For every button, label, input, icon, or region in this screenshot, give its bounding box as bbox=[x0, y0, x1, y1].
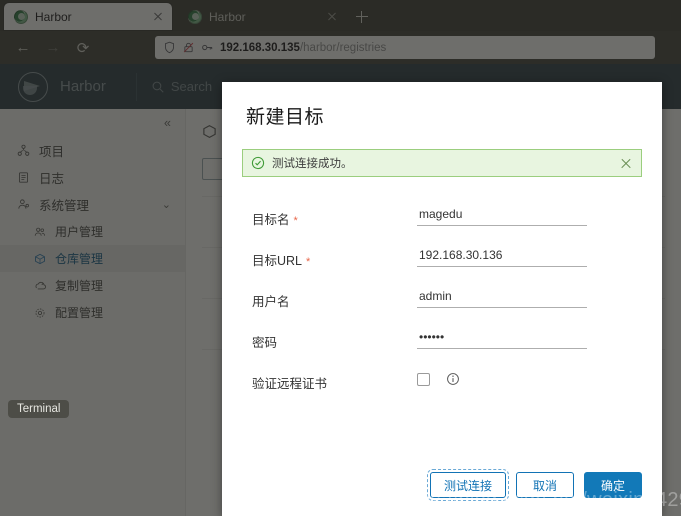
target-url-input[interactable] bbox=[417, 248, 587, 267]
target-name-input[interactable] bbox=[417, 207, 587, 226]
field-label: 用户名 bbox=[252, 289, 417, 310]
field-label-text: 用户名 bbox=[252, 295, 290, 309]
required-marker: * bbox=[306, 256, 311, 268]
verify-remote-cert-checkbox[interactable] bbox=[417, 373, 430, 386]
field-label: 目标URL * bbox=[252, 248, 417, 269]
field-verify-cert: 验证远程证书 bbox=[252, 371, 642, 392]
field-password: 密码 bbox=[252, 330, 642, 351]
dialog-title: 新建目标 bbox=[246, 107, 325, 128]
cancel-button[interactable]: 取消 bbox=[516, 472, 574, 498]
field-username: 用户名 bbox=[252, 289, 642, 310]
field-label-text: 目标URL bbox=[252, 254, 303, 268]
info-icon[interactable] bbox=[446, 372, 460, 386]
password-input[interactable] bbox=[417, 330, 587, 349]
field-label-text: 目标名 bbox=[252, 213, 290, 227]
field-target-name: 目标名 * bbox=[252, 207, 642, 228]
field-label-text: 验证远程证书 bbox=[252, 377, 328, 391]
dialog-footer: 测试连接 取消 确定 bbox=[222, 469, 662, 516]
username-input[interactable] bbox=[417, 289, 587, 308]
success-check-icon bbox=[251, 156, 265, 170]
confirm-button[interactable]: 确定 bbox=[584, 472, 642, 498]
field-target-url: 目标URL * bbox=[252, 248, 642, 269]
taskbar-item-terminal[interactable]: Terminal bbox=[8, 400, 70, 418]
field-label: 验证远程证书 bbox=[252, 371, 417, 392]
alert-message: 测试连接成功。 bbox=[272, 158, 353, 170]
field-label: 目标名 * bbox=[252, 207, 417, 228]
target-form: 目标名* 目标URL* 用户名 密码 bbox=[222, 177, 662, 392]
close-icon[interactable] bbox=[619, 156, 633, 170]
screen: Harbor Harbor ← → ⟳ bbox=[0, 0, 681, 516]
required-marker: * bbox=[293, 215, 298, 227]
field-label-text: 密码 bbox=[252, 336, 278, 350]
success-alert: 测试连接成功。 bbox=[242, 149, 642, 177]
test-connection-button[interactable]: 测试连接 bbox=[426, 469, 510, 501]
new-target-dialog: 新建目标 测试连接成功。 目标名* 目标URL* bbox=[222, 82, 662, 516]
field-label: 密码 bbox=[252, 330, 417, 351]
